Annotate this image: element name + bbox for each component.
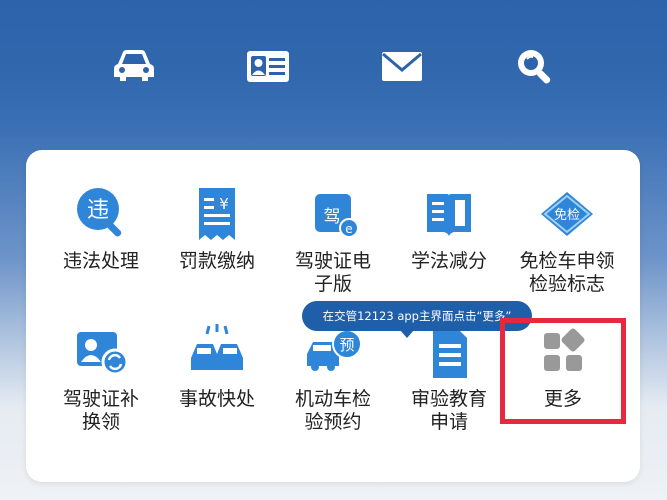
violation-icon: 违 [77, 188, 122, 237]
accident-icon [191, 324, 243, 370]
tile-label: 免检车申领 检验标志 [519, 250, 615, 295]
study-book-icon [427, 194, 471, 236]
highlight-box [500, 318, 626, 424]
svg-text:预: 预 [339, 336, 354, 354]
search-icon[interactable] [513, 46, 557, 86]
license-replace-icon [77, 332, 129, 376]
svg-text:¥: ¥ [219, 195, 229, 213]
inspection-exempt-icon: 免检 [541, 192, 593, 236]
tile-accident[interactable]: 事故快处 [158, 322, 276, 411]
tile-inspection-exempt[interactable]: 免检 免检车申领 检验标志 [506, 184, 628, 296]
tile-vehicle-inspection[interactable]: 预 机动车检 验预约 [274, 322, 392, 434]
tile-label: 罚款缴纳 [178, 250, 255, 272]
tile-label: 审验教育 申请 [410, 388, 487, 433]
top-navigation-bar [0, 0, 667, 128]
review-education-icon [433, 328, 467, 378]
hint-tooltip: 在交管12123 app主界面点击“更多” [302, 301, 532, 331]
svg-text:e: e [345, 222, 352, 236]
tile-label: 机动车检 验预约 [294, 388, 371, 433]
tile-label: 学法减分 [410, 250, 487, 272]
svg-text:免检: 免检 [554, 208, 580, 223]
tile-license-replace[interactable]: 驾驶证补 换领 [42, 322, 160, 434]
tile-label: 违法处理 [62, 250, 139, 272]
tile-fine-payment[interactable]: ¥ 罚款缴纳 [158, 184, 276, 273]
svg-text:驾: 驾 [324, 207, 341, 227]
fine-payment-icon: ¥ [199, 188, 235, 240]
tile-study-deduct[interactable]: 学法减分 [390, 184, 508, 273]
tile-label: 事故快处 [178, 388, 255, 410]
tile-label: 驾驶证电 子版 [294, 250, 371, 295]
tile-e-license[interactable]: 驾 e 驾驶证电 子版 [274, 184, 392, 296]
car-icon[interactable] [112, 46, 156, 86]
id-card-icon[interactable] [246, 46, 290, 86]
tooltip-tail [400, 330, 414, 338]
tile-violation[interactable]: 违 违法处理 [42, 184, 160, 273]
vehicle-inspection-icon: 预 [307, 329, 362, 371]
tile-label: 驾驶证补 换领 [62, 388, 139, 433]
e-license-icon: 驾 e [315, 194, 359, 238]
tile-review-education[interactable]: 审验教育 申请 [390, 322, 508, 434]
svg-text:违: 违 [87, 198, 109, 223]
mail-icon[interactable] [380, 46, 424, 86]
